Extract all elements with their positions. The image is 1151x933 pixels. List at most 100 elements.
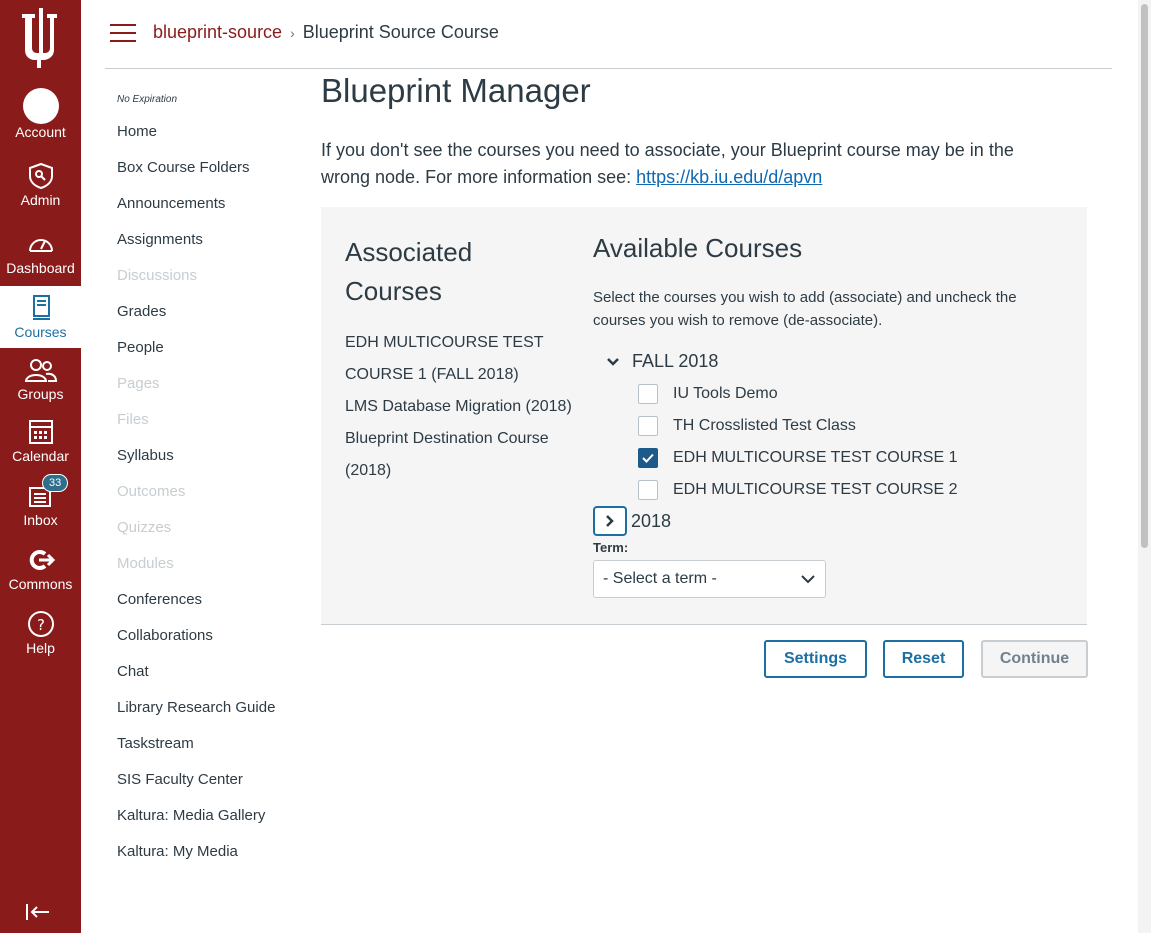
page-scrollbar[interactable] — [1138, 0, 1151, 933]
course-checkbox-row[interactable]: EDH MULTICOURSE TEST COURSE 2 — [638, 480, 958, 500]
admin-nav-item[interactable]: Admin — [0, 160, 81, 222]
available-courses-heading: Available Courses — [593, 233, 803, 263]
shield-icon — [28, 162, 53, 190]
associated-courses-heading: Associated Courses — [345, 237, 473, 306]
course-nav-syllabus[interactable]: Syllabus — [117, 446, 277, 466]
course-nav-home[interactable]: Home — [117, 122, 277, 142]
course-checkbox[interactable] — [638, 416, 658, 436]
breadcrumb-current: Blueprint Source Course — [302, 22, 499, 42]
course-nav: No Expiration Home Box Course Folders An… — [117, 94, 277, 878]
groups-nav-item[interactable]: Groups — [0, 354, 81, 416]
associated-course: LMS Database Migration (2018) — [345, 398, 572, 415]
course-checkbox-row[interactable]: IU Tools Demo — [638, 384, 778, 404]
help-nav-item[interactable]: ? Help — [0, 608, 81, 670]
page-title: Blueprint Manager — [321, 72, 591, 109]
course-nav-box-course-folders[interactable]: Box Course Folders — [117, 158, 277, 178]
course-nav-quizzes[interactable]: Quizzes — [117, 518, 277, 538]
course-nav-kaltura-media-gallery[interactable]: Kaltura: Media Gallery — [117, 806, 277, 826]
calendar-label: Calendar — [12, 448, 69, 464]
commons-nav-item[interactable]: Commons — [0, 544, 81, 606]
help-icon: ? — [27, 611, 54, 637]
inbox-nav-item[interactable]: 33 Inbox — [0, 474, 81, 542]
reset-button[interactable]: Reset — [883, 640, 964, 678]
course-nav-pages[interactable]: Pages — [117, 374, 277, 394]
course-checkbox-row[interactable]: EDH MULTICOURSE TEST COURSE 1 — [638, 448, 958, 468]
breadcrumb: blueprint-source › Blueprint Source Course — [153, 22, 499, 43]
term-expand-button[interactable] — [593, 506, 627, 536]
chevron-right-icon — [606, 515, 614, 527]
course-nav-people[interactable]: People — [117, 338, 277, 358]
scrollbar-thumb[interactable] — [1141, 4, 1148, 548]
help-label: Help — [26, 640, 55, 656]
course-nav-kaltura-my-media[interactable]: Kaltura: My Media — [117, 842, 277, 862]
intro-text: If you don't see the courses you need to… — [321, 137, 1061, 191]
course-nav-grades[interactable]: Grades — [117, 302, 277, 322]
course-checkbox-row[interactable]: TH Crosslisted Test Class — [638, 416, 856, 436]
admin-label: Admin — [20, 192, 61, 208]
global-nav: Account Admin Dashboard Courses Groups C… — [0, 0, 81, 933]
course-nav-modules[interactable]: Modules — [117, 554, 277, 574]
course-nav-sis-faculty-center[interactable]: SIS Faculty Center — [117, 770, 277, 790]
dashboard-icon — [28, 239, 53, 252]
groups-label: Groups — [17, 386, 64, 402]
chevron-down-icon — [801, 575, 815, 584]
blueprint-panel: Associated Courses EDH MULTICOURSE TEST … — [321, 207, 1087, 625]
course-checkbox-label: EDH MULTICOURSE TEST COURSE 2 — [673, 481, 958, 498]
chevron-down-icon — [607, 357, 619, 366]
breadcrumb-course-link[interactable]: blueprint-source — [153, 22, 282, 42]
term-fall-2018-toggle[interactable]: FALL 2018 — [606, 351, 718, 372]
inbox-label: Inbox — [23, 512, 58, 528]
courses-label: Courses — [14, 324, 67, 340]
groups-icon — [24, 359, 57, 382]
course-checkbox[interactable] — [638, 384, 658, 404]
associated-courses-list: EDH MULTICOURSE TEST COURSE 1 (FALL 2018… — [345, 327, 575, 487]
course-nav-chat[interactable]: Chat — [117, 662, 277, 682]
dashboard-label: Dashboard — [6, 260, 75, 276]
term-2018-label: 2018 — [631, 510, 672, 531]
hamburger-menu-icon[interactable] — [110, 24, 136, 44]
commons-icon — [29, 550, 55, 570]
commons-label: Commons — [8, 576, 73, 592]
account-label: Account — [15, 124, 66, 140]
breadcrumb-separator-icon: › — [290, 25, 295, 41]
course-checkbox-label: IU Tools Demo — [673, 385, 778, 402]
expiration-note: No Expiration — [117, 94, 178, 105]
continue-button[interactable]: Continue — [981, 640, 1088, 678]
course-nav-taskstream[interactable]: Taskstream — [117, 734, 277, 754]
checkmark-icon — [642, 453, 654, 463]
term-select[interactable]: - Select a term - — [593, 560, 826, 598]
course-checkbox-label: TH Crosslisted Test Class — [673, 417, 856, 434]
course-checkbox-checked[interactable] — [638, 448, 658, 468]
term-fall-2018-label: FALL 2018 — [632, 351, 719, 371]
course-nav-collaborations[interactable]: Collaborations — [117, 626, 277, 646]
book-icon — [32, 295, 50, 320]
account-nav-item[interactable]: Account — [0, 88, 81, 150]
course-nav-library-research-guide[interactable]: Library Research Guide — [117, 698, 277, 718]
course-nav-discussions[interactable]: Discussions — [117, 266, 277, 286]
term-2018-toggle[interactable]: 2018 — [593, 506, 671, 536]
term-select-label: Term: — [593, 540, 629, 555]
kb-link[interactable]: https://kb.iu.edu/d/apvn — [636, 167, 822, 187]
settings-button[interactable]: Settings — [764, 640, 867, 678]
course-checkbox-label: EDH MULTICOURSE TEST COURSE 1 — [673, 449, 958, 466]
header-divider — [105, 68, 1112, 69]
inbox-badge: 33 — [42, 474, 69, 492]
course-nav-outcomes[interactable]: Outcomes — [117, 482, 277, 502]
course-checkbox[interactable] — [638, 480, 658, 500]
dashboard-nav-item[interactable]: Dashboard — [0, 228, 81, 290]
course-nav-assignments[interactable]: Assignments — [117, 230, 277, 250]
course-nav-files[interactable]: Files — [117, 410, 277, 430]
term-select-value: - Select a term - — [603, 570, 717, 587]
available-courses-description: Select the courses you wish to add (asso… — [593, 289, 1017, 329]
associated-course: Blueprint Destination Course (2018) — [345, 430, 549, 479]
collapse-nav-icon[interactable] — [24, 902, 52, 928]
courses-nav-item[interactable]: Courses — [0, 286, 81, 348]
associated-course: EDH MULTICOURSE TEST COURSE 1 (FALL 2018… — [345, 334, 544, 383]
account-avatar — [22, 88, 59, 124]
course-nav-announcements[interactable]: Announcements — [117, 194, 277, 214]
svg-text:?: ? — [37, 616, 45, 634]
iu-logo[interactable] — [0, 8, 81, 72]
course-nav-conferences[interactable]: Conferences — [117, 590, 277, 610]
calendar-icon — [28, 420, 53, 444]
calendar-nav-item[interactable]: Calendar — [0, 416, 81, 478]
